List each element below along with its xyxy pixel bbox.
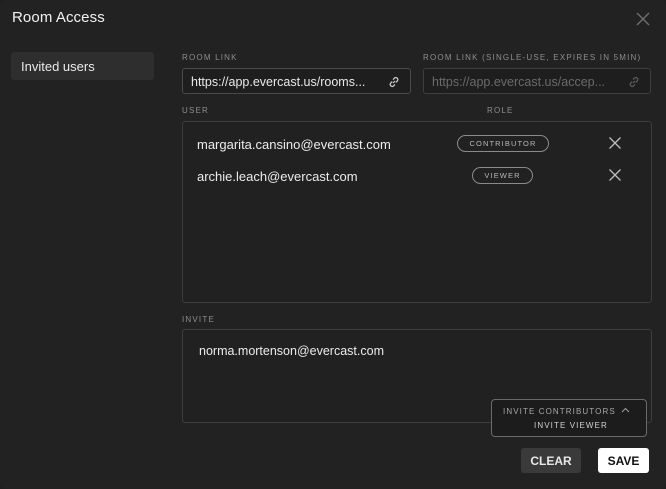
sidebar-item-invited-users[interactable]: Invited users — [11, 52, 154, 80]
remove-user-icon[interactable] — [608, 168, 622, 182]
room-link-single-value: https://app.evercast.us/accep... — [432, 75, 606, 89]
invite-label: INVITE — [182, 315, 215, 324]
dialog-title: Room Access — [12, 9, 105, 26]
role-column-header: ROLE — [487, 106, 514, 115]
role-badge[interactable]: VIEWER — [472, 167, 533, 184]
room-access-dialog: Room Access Invited users ROOM LINK http… — [0, 0, 666, 489]
chevron-up-icon[interactable] — [621, 407, 630, 413]
role-badge[interactable]: CONTRIBUTOR — [457, 135, 549, 152]
users-list: margarita.cansino@evercast.com CONTRIBUT… — [182, 121, 652, 303]
sidebar-item-label: Invited users — [21, 59, 95, 74]
room-link-single-field[interactable]: https://app.evercast.us/accep... — [423, 68, 651, 94]
user-column-header: USER — [182, 106, 210, 115]
room-link-field[interactable]: https://app.evercast.us/rooms... — [182, 68, 411, 94]
save-button[interactable]: SAVE — [598, 448, 649, 473]
invite-contributors-option[interactable]: INVITE CONTRIBUTORS — [503, 407, 616, 416]
link-icon[interactable] — [387, 75, 401, 89]
close-icon[interactable] — [633, 9, 653, 29]
user-email: margarita.cansino@evercast.com — [197, 137, 391, 152]
room-link-label: ROOM LINK — [182, 53, 238, 62]
user-email: archie.leach@evercast.com — [197, 169, 358, 184]
clear-button[interactable]: CLEAR — [521, 448, 581, 473]
invite-viewer-option[interactable]: INVITE VIEWER — [534, 421, 608, 430]
remove-user-icon[interactable] — [608, 136, 622, 150]
invite-role-dropdown[interactable]: INVITE CONTRIBUTORS INVITE VIEWER — [491, 399, 647, 437]
room-link-single-label: ROOM LINK (SINGLE-USE, EXPIRES IN 5MIN) — [423, 53, 642, 62]
link-icon[interactable] — [627, 75, 641, 89]
invite-email: norma.mortenson@evercast.com — [199, 344, 384, 358]
room-link-value: https://app.evercast.us/rooms... — [191, 75, 366, 89]
